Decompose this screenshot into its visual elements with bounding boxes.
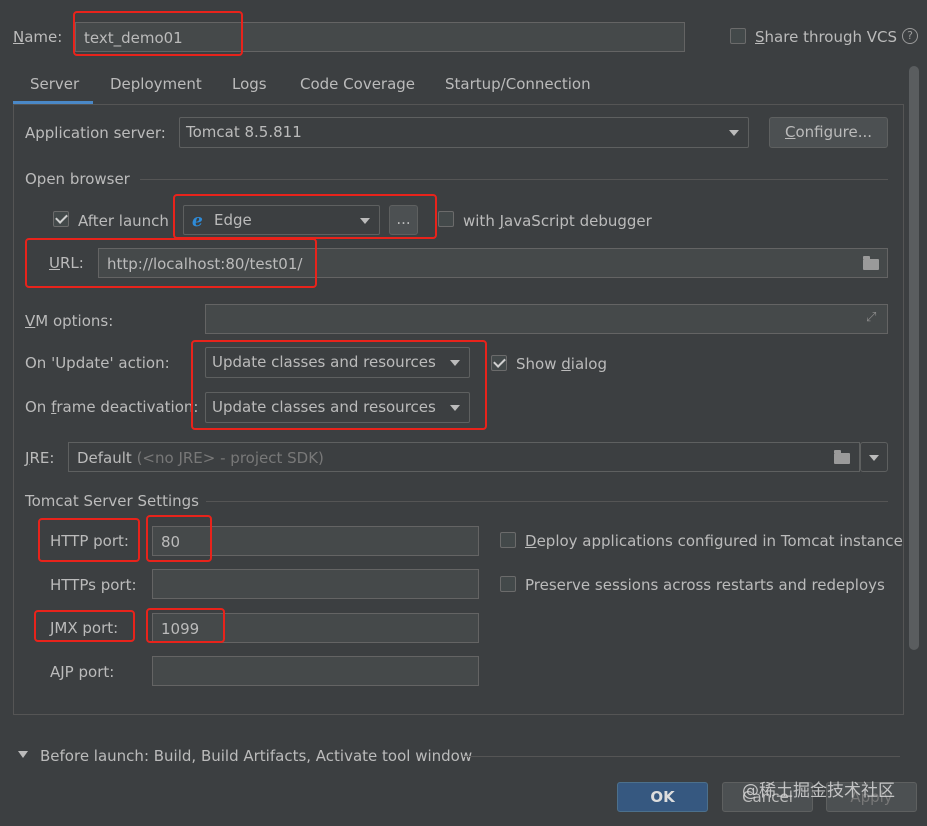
jre-dropdown-button[interactable]	[860, 442, 888, 472]
ajp-port-input[interactable]	[152, 656, 479, 686]
https-port-input[interactable]	[152, 569, 479, 599]
name-label: Name:	[13, 28, 63, 46]
preserve-sessions-label: Preserve sessions across restarts and re…	[525, 576, 885, 594]
jre-label: JRE:	[25, 449, 55, 467]
tomcat-settings-title: Tomcat Server Settings	[25, 492, 199, 510]
highlight-browser	[173, 194, 437, 239]
expand-icon[interactable]: ⤢	[866, 311, 880, 325]
deploy-apps-label: Deploy applications configured in Tomcat…	[525, 532, 903, 550]
app-server-select[interactable]: Tomcat 8.5.811	[179, 117, 749, 148]
after-launch-label: After launch	[78, 212, 169, 230]
vm-options-input[interactable]	[205, 304, 888, 334]
tab-startup-connection[interactable]: Startup/Connection	[445, 74, 591, 94]
ok-button[interactable]: OK	[617, 782, 708, 812]
highlight-http-label	[38, 518, 140, 562]
help-icon[interactable]: ?	[902, 28, 918, 44]
highlight-http-value	[146, 515, 212, 562]
preserve-sessions-checkbox[interactable]	[500, 576, 516, 592]
jre-folder-icon[interactable]	[834, 450, 850, 464]
https-port-label: HTTPs port:	[50, 576, 137, 594]
open-browser-separator	[140, 179, 888, 180]
vm-options-label: VM options:	[25, 312, 114, 330]
highlight-update-actions	[191, 340, 487, 430]
watermark: @稀土掘金技术社区	[742, 781, 895, 801]
share-vcs-label: Share through VCS	[755, 28, 898, 46]
before-launch-label[interactable]: Before launch: Build, Build Artifacts, A…	[40, 746, 472, 766]
folder-icon[interactable]	[863, 256, 879, 270]
highlight-url	[25, 238, 317, 288]
jre-input[interactable]: Default (<no JRE> - project SDK)	[68, 442, 860, 472]
tab-server[interactable]: Server	[30, 74, 79, 94]
after-launch-checkbox[interactable]	[53, 211, 69, 227]
open-browser-title: Open browser	[25, 170, 130, 188]
js-debugger-checkbox[interactable]	[438, 211, 454, 227]
tab-logs[interactable]: Logs	[232, 74, 267, 94]
ajp-port-label: AJP port:	[50, 663, 115, 681]
highlight-name	[73, 11, 243, 56]
chevron-down-icon	[869, 455, 879, 461]
tomcat-settings-separator	[206, 501, 888, 502]
collapse-triangle-icon[interactable]	[18, 751, 28, 758]
show-dialog-checkbox[interactable]	[491, 355, 507, 371]
show-dialog-label: Show dialog	[516, 355, 608, 373]
update-action-label: On 'Update' action:	[25, 354, 170, 372]
scrollbar[interactable]	[909, 66, 919, 650]
before-launch-separator	[464, 756, 900, 757]
tab-deployment[interactable]: Deployment	[110, 74, 202, 94]
chevron-down-icon	[729, 130, 739, 136]
highlight-jmx-value	[146, 608, 225, 643]
js-debugger-label: with JavaScript debugger	[463, 212, 652, 230]
highlight-jmx-label	[34, 610, 135, 642]
configure-button[interactable]: Configure...	[769, 117, 888, 148]
share-vcs-checkbox[interactable]	[730, 28, 746, 44]
frame-deactivation-label: On frame deactivation:	[25, 398, 199, 416]
deploy-apps-checkbox[interactable]	[500, 532, 516, 548]
tab-code-coverage[interactable]: Code Coverage	[300, 74, 415, 94]
app-server-label: Application server:	[25, 124, 166, 142]
